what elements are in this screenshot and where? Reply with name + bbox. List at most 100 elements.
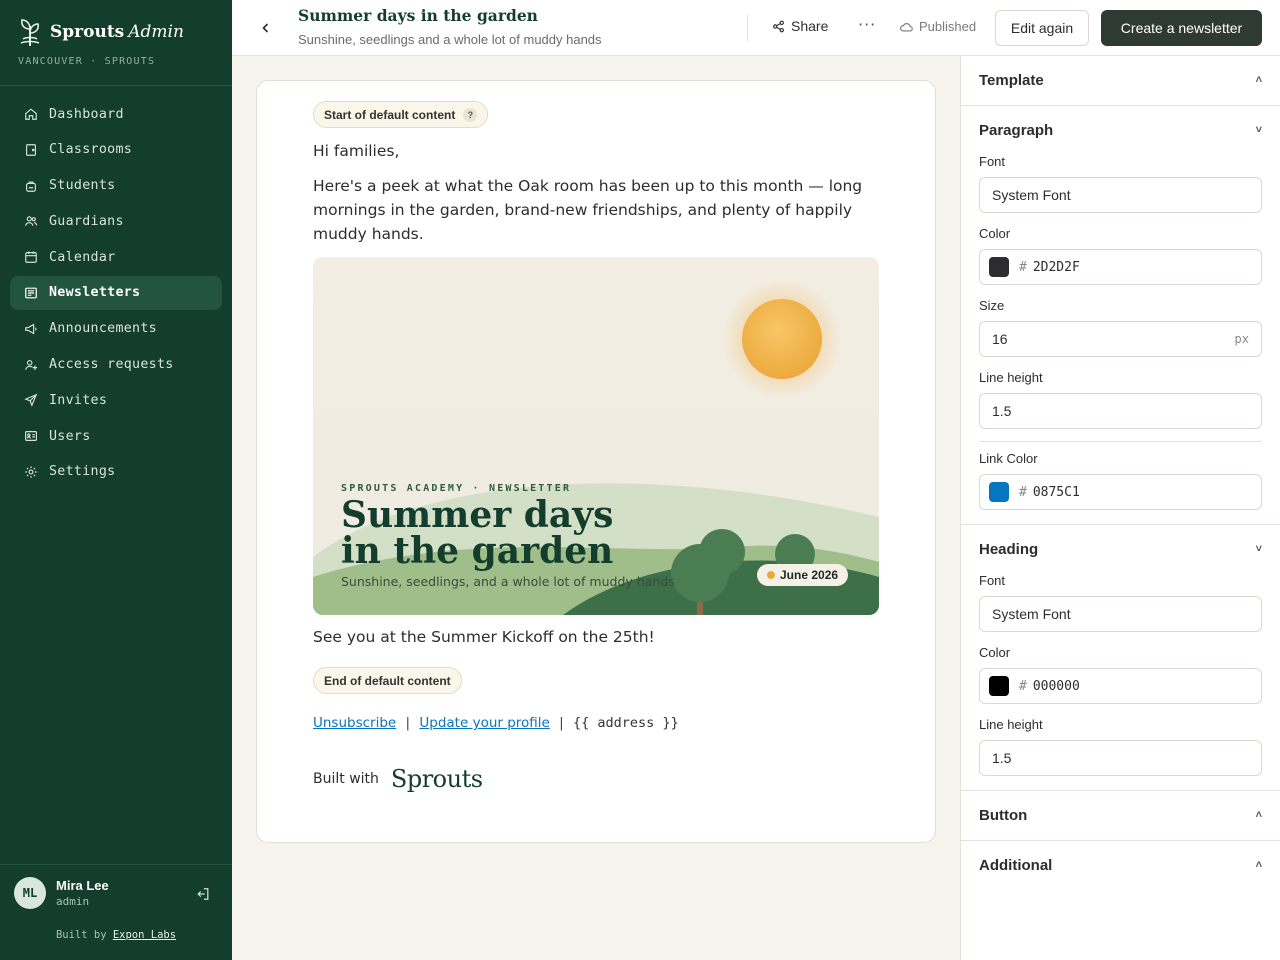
color-swatch[interactable] <box>989 676 1009 696</box>
section-divider <box>961 105 1280 106</box>
megaphone-icon <box>25 323 37 335</box>
link-color-field[interactable]: # 0875C1 <box>979 474 1262 510</box>
heading-section-toggle[interactable]: Heading ˅ <box>979 539 1262 559</box>
sidebar-item-label: Announcements <box>49 321 157 337</box>
share-button[interactable]: Share <box>772 18 828 34</box>
paragraph-font-select[interactable]: System Font <box>979 177 1262 213</box>
body-paragraph[interactable]: Here's a peek at what the Oak room has b… <box>313 174 873 246</box>
sidebar-item-students[interactable]: Students <box>10 169 222 203</box>
sidebar-item-dashboard[interactable]: Dashboard <box>10 97 222 131</box>
sidebar-item-classrooms[interactable]: Classrooms <box>10 133 222 167</box>
hero-title-line-2: in the garden <box>341 530 613 572</box>
share-label: Share <box>791 18 829 34</box>
page-subtitle: Sunshine, seedlings and a whole lot of m… <box>298 32 602 47</box>
paragraph-color-label: Color <box>979 226 1011 241</box>
sidebar-item-settings[interactable]: Settings <box>10 455 222 489</box>
end-default-content-marker: End of default content <box>313 667 462 694</box>
color-swatch[interactable] <box>989 257 1009 277</box>
sidebar: Sprouts Admin VANCOUVER · SPROUTS Dashboa… <box>0 0 232 960</box>
sidebar-item-label: Dashboard <box>49 106 124 122</box>
paragraph-line-height-input[interactable]: 1.5 <box>979 393 1262 429</box>
share-icon <box>773 20 784 32</box>
paragraph-line-height-label: Line height <box>979 370 1043 385</box>
paragraph-color-field[interactable]: # 2D2D2F <box>979 249 1262 285</box>
section-divider <box>961 840 1280 841</box>
logout-button[interactable] <box>196 886 210 905</box>
sun <box>742 299 822 379</box>
paragraph-size-label: Size <box>979 298 1005 313</box>
hero-image[interactable]: SPROUTS ACADEMY · NEWSLETTER Summer days… <box>313 257 879 615</box>
chevron-down-icon: ˅ <box>1255 543 1262 555</box>
newspaper-icon <box>25 287 37 299</box>
link-separator: | <box>405 715 411 731</box>
greeting-paragraph[interactable]: Hi families, <box>313 142 399 160</box>
back-button[interactable] <box>256 18 276 38</box>
sidebar-item-users[interactable]: Users <box>10 419 222 453</box>
header-divider <box>747 15 748 41</box>
built-by: Built by Expon Labs <box>55 929 177 941</box>
chevron-down-icon: ˅ <box>1255 124 1262 136</box>
sidebar-item-guardians[interactable]: Guardians <box>10 204 222 238</box>
user-role: admin <box>56 895 90 908</box>
brand[interactable]: Sprouts Admin <box>18 17 184 47</box>
home-icon <box>25 108 37 120</box>
paragraph-section-toggle[interactable]: Paragraph ˅ <box>979 120 1262 140</box>
create-newsletter-button[interactable]: Create a newsletter <box>1101 10 1262 46</box>
sidebar-item-label: Invites <box>49 392 108 408</box>
newsletter-canvas: Start of default content ? Hi families, … <box>256 80 936 843</box>
status-badge: Published <box>899 19 976 34</box>
heading-line-height-input[interactable]: 1.5 <box>979 740 1262 776</box>
help-icon[interactable]: ? <box>463 107 478 122</box>
color-swatch[interactable] <box>989 482 1009 502</box>
start-default-content-marker: Start of default content ? <box>313 101 489 128</box>
user-plus-icon <box>25 359 38 370</box>
address-placeholder: {{ address }} <box>573 715 679 731</box>
chevron-left-icon <box>262 23 269 33</box>
field-divider <box>979 441 1262 442</box>
heading-color-field[interactable]: # 000000 <box>979 668 1262 704</box>
edit-again-button[interactable]: Edit again <box>995 10 1089 46</box>
more-options-button[interactable]: ··· <box>858 15 876 34</box>
unsubscribe-link[interactable]: Unsubscribe <box>313 715 396 731</box>
sidebar-item-label: Newsletters <box>49 285 141 301</box>
cloud-icon <box>900 22 913 32</box>
link-separator: | <box>559 715 564 731</box>
logout-icon <box>197 888 209 900</box>
top-header: Summer days in the garden Sunshine, seed… <box>232 0 1280 56</box>
sidebar-item-newsletters[interactable]: Newsletters <box>10 275 222 310</box>
sidebar-item-label: Users <box>49 428 91 444</box>
sidebar-item-invites[interactable]: Invites <box>10 383 222 417</box>
user-name: Mira Lee <box>56 878 109 893</box>
button-section-toggle[interactable]: Button ˄ <box>979 805 1262 825</box>
hero-illustration: SPROUTS ACADEMY · NEWSLETTER Summer days… <box>313 257 879 615</box>
footer-links: Unsubscribe | Update your profile | {{ a… <box>313 715 679 731</box>
page-title: Summer days in the garden <box>298 6 538 25</box>
section-divider <box>961 524 1280 525</box>
update-profile-link[interactable]: Update your profile <box>419 715 549 731</box>
user-profile[interactable]: ML Mira Lee admin <box>14 877 109 909</box>
sidebar-item-label: Settings <box>49 464 116 480</box>
paragraph-size-input[interactable]: 16 px <box>979 321 1262 357</box>
sidebar-footer-divider <box>0 864 232 865</box>
sidebar-item-access-requests[interactable]: Access requests <box>10 348 222 382</box>
chevron-up-icon: ˄ <box>1255 74 1262 86</box>
additional-section-toggle[interactable]: Additional ˄ <box>979 855 1262 875</box>
send-icon <box>24 394 38 408</box>
gear-icon <box>25 466 37 478</box>
chevron-up-icon: ˄ <box>1255 859 1262 871</box>
sprout-logo-icon <box>20 19 40 47</box>
template-section-toggle[interactable]: Template ˄ <box>979 70 1262 90</box>
style-panel: Template ˄ Paragraph ˅ Font System Font … <box>960 56 1280 960</box>
sidebar-item-announcements[interactable]: Announcements <box>10 312 222 346</box>
company-link[interactable]: Expon Labs <box>113 929 176 941</box>
sidebar-item-calendar[interactable]: Calendar <box>10 240 222 274</box>
sidebar-item-label: Classrooms <box>49 142 133 158</box>
paragraph-font-label: Font <box>979 154 1006 169</box>
heading-font-select[interactable]: System Font <box>979 596 1262 632</box>
backpack-icon <box>26 181 36 192</box>
door-icon <box>26 143 36 156</box>
closing-paragraph[interactable]: See you at the Summer Kickoff on the 25t… <box>313 628 655 646</box>
sprouts-wordmark[interactable]: Sprouts <box>391 765 483 793</box>
brand-location: VANCOUVER · SPROUTS <box>18 56 156 67</box>
date-badge-label: June 2026 <box>780 568 838 582</box>
